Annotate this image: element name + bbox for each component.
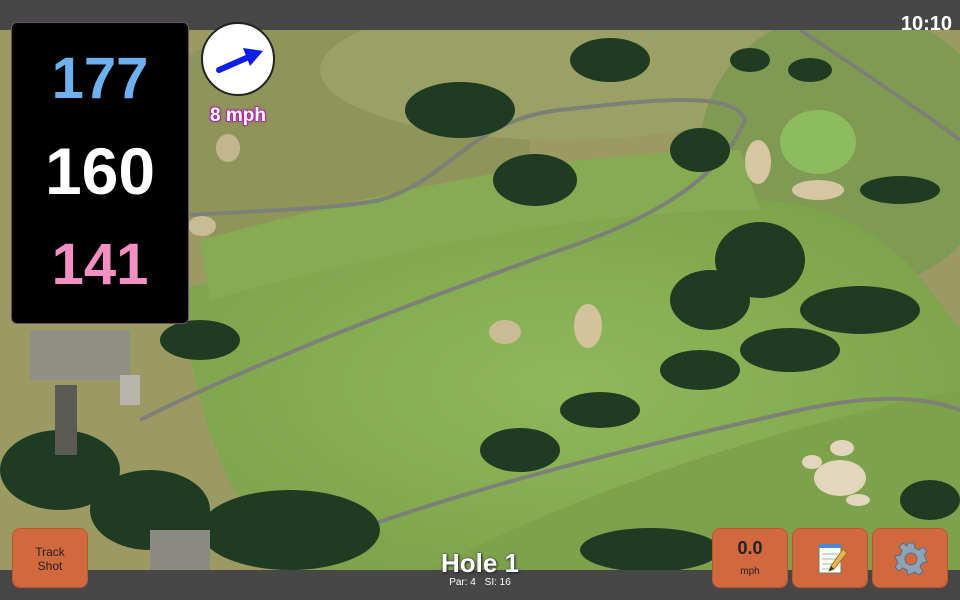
front-distance: 141 <box>51 232 149 297</box>
par-label: Par: 4 <box>449 577 476 588</box>
notepad-icon <box>818 544 848 574</box>
speed-unit: mph <box>740 566 760 577</box>
wind-indicator <box>201 22 275 96</box>
distance-panel: 177 160 141 <box>11 22 189 324</box>
speed-value: 0.0 <box>737 538 763 558</box>
track-shot-label-line2: Shot <box>37 559 63 573</box>
back-distance: 177 <box>51 46 149 111</box>
gear-icon <box>894 542 928 576</box>
speed-button[interactable]: 0.0 mph <box>712 528 788 588</box>
settings-button[interactable] <box>872 528 948 588</box>
hole-info: Par: 4 SI: 16 <box>400 577 560 588</box>
wind-speed: 8 mph <box>210 105 266 126</box>
arrow-icon <box>216 48 263 73</box>
track-shot-button[interactable]: Track Shot <box>12 528 88 588</box>
hole-title: Hole 1 <box>440 548 520 578</box>
si-label: SI: 16 <box>484 577 511 588</box>
notes-button[interactable] <box>792 528 868 588</box>
track-shot-label-line1: Track <box>35 545 65 559</box>
middle-distance: 160 <box>44 134 156 208</box>
